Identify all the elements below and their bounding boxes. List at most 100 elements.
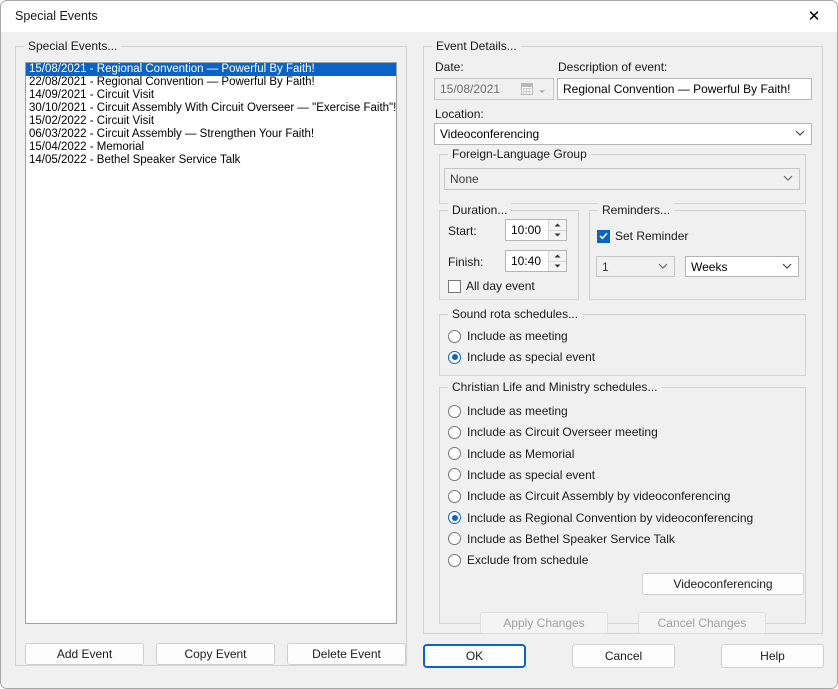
chevron-down-icon <box>658 262 667 271</box>
reminder-amount-value: 1 <box>602 260 609 274</box>
radio-option[interactable]: Include as special event <box>448 350 595 364</box>
add-event-button[interactable]: Add Event <box>25 643 144 665</box>
list-item[interactable]: 15/08/2021 - Regional Convention — Power… <box>26 63 396 76</box>
checkbox-box <box>448 280 461 293</box>
videoconferencing-button[interactable]: Videoconferencing <box>642 573 804 595</box>
finish-spin-buttons[interactable] <box>548 251 566 271</box>
reminder-unit-combobox[interactable]: Weeks <box>685 256 799 277</box>
copy-event-label: Copy Event <box>184 647 246 661</box>
location-value: Videoconferencing <box>440 127 539 141</box>
start-label: Start: <box>448 224 477 238</box>
help-label: Help <box>760 649 785 663</box>
radio-label: Include as special event <box>467 350 595 364</box>
cancel-changes-label: Cancel Changes <box>658 616 747 630</box>
special-events-listbox[interactable]: 15/08/2021 - Regional Convention — Power… <box>25 62 397 624</box>
finish-time-value: 10:40 <box>506 251 548 271</box>
radio-option[interactable]: Include as Circuit Overseer meeting <box>448 425 658 439</box>
chevron-down-icon <box>538 85 546 93</box>
sound-rota-group: Sound rota schedules... <box>439 314 806 376</box>
radio-label: Include as Circuit Assembly by videoconf… <box>467 489 730 503</box>
radio-circle <box>448 554 461 567</box>
radio-label: Include as special event <box>467 468 595 482</box>
start-time-spinner[interactable]: 10:00 <box>505 219 567 241</box>
spin-up-icon[interactable] <box>549 220 566 230</box>
radio-circle <box>448 405 461 418</box>
list-item[interactable]: 22/08/2021 - Regional Convention — Power… <box>26 76 396 89</box>
finish-label: Finish: <box>448 255 483 269</box>
list-item[interactable]: 06/03/2022 - Circuit Assembly — Strength… <box>26 128 396 141</box>
cancel-changes-button[interactable]: Cancel Changes <box>638 612 766 634</box>
checkbox-box <box>597 230 610 243</box>
all-day-event-checkbox[interactable]: All day event <box>448 279 535 293</box>
help-button[interactable]: Help <box>721 644 824 668</box>
calendar-icon <box>521 83 533 95</box>
radio-option[interactable]: Include as Bethel Speaker Service Talk <box>448 532 675 546</box>
delete-event-button[interactable]: Delete Event <box>287 643 406 665</box>
description-value: Regional Convention — Powerful By Faith! <box>563 82 790 96</box>
event-details-group-title: Event Details... <box>432 39 521 53</box>
radio-circle <box>448 468 461 481</box>
list-item[interactable]: 14/09/2021 - Circuit Visit <box>26 89 396 102</box>
set-reminder-checkbox[interactable]: Set Reminder <box>597 229 688 243</box>
description-input[interactable]: Regional Convention — Powerful By Faith! <box>557 78 812 100</box>
finish-time-spinner[interactable]: 10:40 <box>505 250 567 272</box>
start-time-value: 10:00 <box>506 220 548 240</box>
delete-event-label: Delete Event <box>312 647 381 661</box>
reminders-group: Reminders... <box>589 210 806 300</box>
videoconferencing-label: Videoconferencing <box>673 577 772 591</box>
radio-label: Include as Bethel Speaker Service Talk <box>467 532 675 546</box>
event-list[interactable]: 15/08/2021 - Regional Convention — Power… <box>26 63 396 167</box>
radio-circle <box>448 511 461 524</box>
foreign-language-combobox[interactable]: None <box>444 168 800 190</box>
radio-option[interactable]: Include as meeting <box>448 404 568 418</box>
description-label: Description of event: <box>558 60 667 74</box>
apply-changes-label: Apply Changes <box>503 616 584 630</box>
radio-label: Include as Regional Convention by videoc… <box>467 511 753 525</box>
radio-circle <box>448 426 461 439</box>
radio-circle <box>448 330 461 343</box>
date-picker[interactable]: 15/08/2021 <box>434 78 554 100</box>
radio-circle <box>448 351 461 364</box>
chevron-down-icon <box>795 129 804 138</box>
location-label: Location: <box>435 107 484 121</box>
radio-option[interactable]: Include as Regional Convention by videoc… <box>448 511 753 525</box>
dialog-client-area: Special Events... 15/08/2021 - Regional … <box>1 32 837 688</box>
reminder-unit-value: Weeks <box>691 260 727 274</box>
radio-option[interactable]: Include as meeting <box>448 329 568 343</box>
radio-label: Include as meeting <box>467 329 568 343</box>
radio-label: Include as meeting <box>467 404 568 418</box>
list-item[interactable]: 30/10/2021 - Circuit Assembly With Circu… <box>26 102 396 115</box>
spin-down-icon[interactable] <box>549 230 566 241</box>
list-item[interactable]: 15/02/2022 - Circuit Visit <box>26 115 396 128</box>
list-item[interactable]: 14/05/2022 - Bethel Speaker Service Talk <box>26 154 396 167</box>
radio-option[interactable]: Exclude from schedule <box>448 553 588 567</box>
all-day-event-label: All day event <box>466 279 535 293</box>
title-bar: Special Events ✕ <box>1 1 837 32</box>
foreign-language-group-title: Foreign-Language Group <box>448 147 591 161</box>
copy-event-button[interactable]: Copy Event <box>156 643 275 665</box>
radio-label: Include as Memorial <box>467 447 574 461</box>
reminder-amount-combobox[interactable]: 1 <box>596 256 675 277</box>
radio-option[interactable]: Include as special event <box>448 468 595 482</box>
radio-circle <box>448 447 461 460</box>
duration-group-title: Duration... <box>448 203 511 217</box>
add-event-label: Add Event <box>57 647 112 661</box>
spin-up-icon[interactable] <box>549 251 566 261</box>
clm-group-title: Christian Life and Ministry schedules... <box>448 380 661 394</box>
start-spin-buttons[interactable] <box>548 220 566 240</box>
location-combobox[interactable]: Videoconferencing <box>434 123 812 145</box>
spin-down-icon[interactable] <box>549 261 566 272</box>
radio-circle <box>448 490 461 503</box>
set-reminder-label: Set Reminder <box>615 229 688 243</box>
ok-label: OK <box>466 649 483 663</box>
apply-changes-button[interactable]: Apply Changes <box>480 612 608 634</box>
reminders-group-title: Reminders... <box>598 203 674 217</box>
chevron-down-icon <box>783 174 792 183</box>
radio-label: Include as Circuit Overseer meeting <box>467 425 658 439</box>
close-icon[interactable]: ✕ <box>791 1 837 32</box>
cancel-button[interactable]: Cancel <box>572 644 675 668</box>
radio-option[interactable]: Include as Memorial <box>448 447 574 461</box>
radio-option[interactable]: Include as Circuit Assembly by videoconf… <box>448 489 730 503</box>
list-item[interactable]: 15/04/2022 - Memorial <box>26 141 396 154</box>
ok-button[interactable]: OK <box>423 644 526 668</box>
